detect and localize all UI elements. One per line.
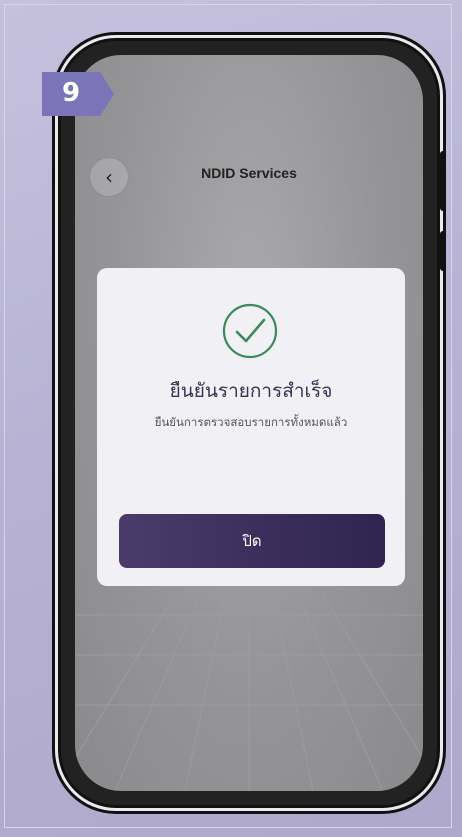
dialog-message: ยืนยันการตรวจสอบรายการทั้งหมดแล้ว [154, 415, 348, 429]
page-title: NDID Services [201, 165, 297, 181]
app-header: ‹ NDID Services [75, 157, 423, 197]
step-number: 9 [61, 78, 81, 108]
side-button [440, 151, 446, 211]
close-button[interactable]: ปิด [119, 514, 385, 568]
side-button [440, 231, 446, 271]
check-circle-icon [222, 303, 278, 359]
success-dialog: ยืนยันรายการสำเร็จ ยืนยันการตรวจสอบรายกา… [97, 268, 405, 586]
dialog-title: ยืนยันรายการสำเร็จ [169, 380, 333, 402]
